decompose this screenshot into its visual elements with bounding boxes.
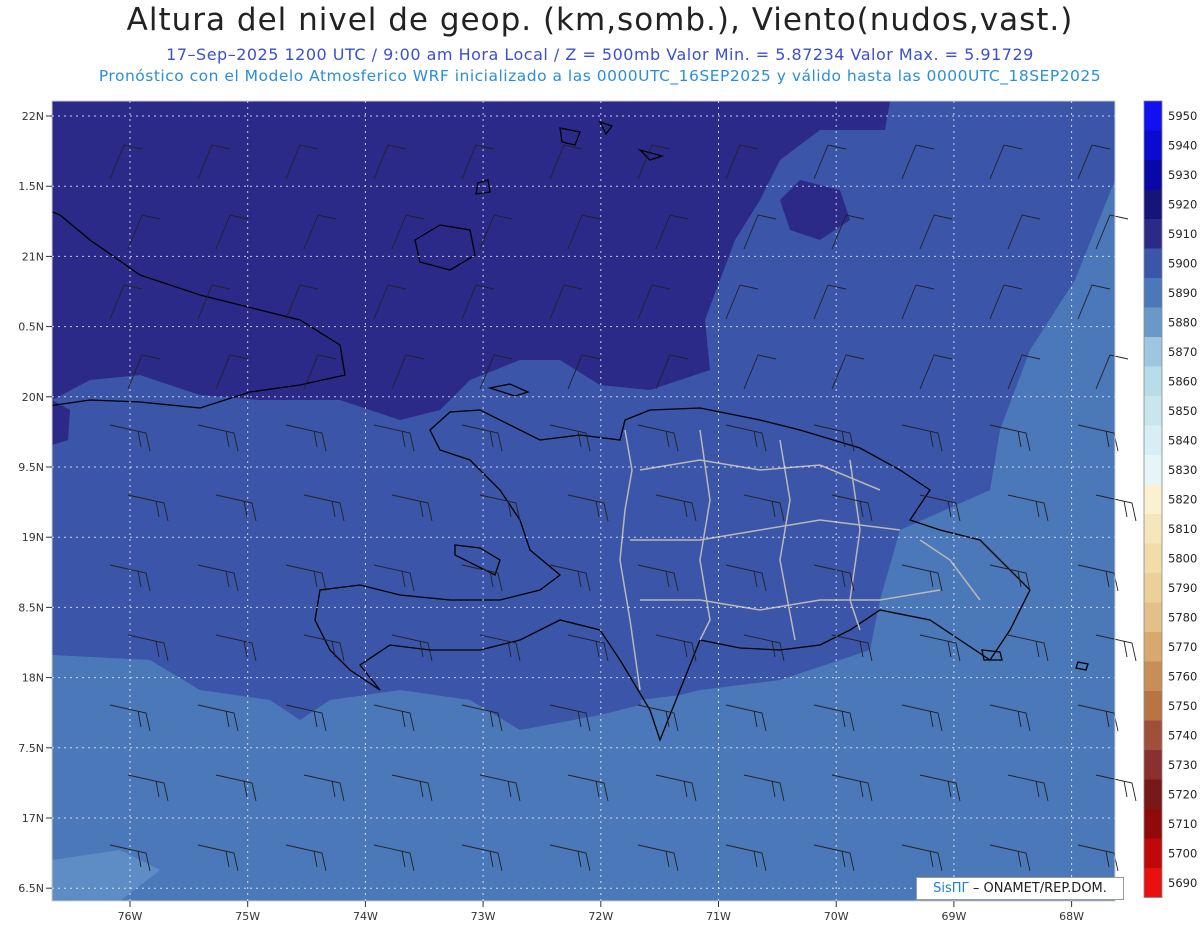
- colorbar-label: 5880: [1168, 316, 1197, 330]
- colorbar-label: 5840: [1168, 434, 1197, 448]
- colorbar-label: 5930: [1168, 168, 1197, 182]
- colorbar-label: 5940: [1168, 139, 1197, 153]
- colorbar-label: 5920: [1168, 198, 1197, 212]
- colorbar-swatch: [1144, 543, 1162, 573]
- colorbar-swatch: [1144, 396, 1162, 426]
- colorbar-swatch: [1144, 838, 1162, 868]
- colorbar-label: 5750: [1168, 699, 1197, 713]
- lon-label: 69W: [941, 910, 966, 923]
- lon-label: 70W: [824, 910, 849, 923]
- colorbar-swatch: [1144, 514, 1162, 544]
- colorbar-label: 5740: [1168, 729, 1197, 743]
- colorbar-swatch: [1144, 809, 1162, 839]
- colorbar-swatch: [1144, 101, 1162, 131]
- geopotential-map: 22N 1.5N 21N 0.5N 20N 9.5N 19N 8.5N 18N 7.5N 17N 6.…: [18, 100, 1197, 923]
- colorbar-label: 5830: [1168, 463, 1197, 477]
- colorbar-swatch: [1144, 868, 1162, 898]
- colorbar-swatch: [1144, 366, 1162, 396]
- colorbar-label: 5710: [1168, 817, 1197, 831]
- sispi-logo: SisПΓ: [933, 881, 969, 896]
- lat-label: 18N: [22, 672, 44, 685]
- lat-label: 17N: [22, 812, 44, 825]
- lat-label: 6.5N: [18, 882, 44, 895]
- colorbar-swatch: [1144, 661, 1162, 691]
- colorbar-label: 5690: [1168, 876, 1197, 890]
- lon-label: 73W: [471, 910, 496, 923]
- lon-label: 75W: [235, 910, 260, 923]
- lon-label: 68W: [1059, 910, 1084, 923]
- lat-label: 8.5N: [18, 601, 44, 614]
- colorbar-swatch: [1144, 425, 1162, 455]
- lat-label: 7.5N: [18, 742, 44, 755]
- lon-label: 72W: [588, 910, 613, 923]
- colorbar-swatch: [1144, 573, 1162, 603]
- lat-label: 0.5N: [18, 321, 44, 334]
- lat-label: 1.5N: [18, 180, 44, 193]
- colorbar-swatch: [1144, 484, 1162, 514]
- colorbar-label: 5790: [1168, 581, 1197, 595]
- colorbar-swatch: [1144, 337, 1162, 367]
- colorbar-swatch: [1144, 750, 1162, 780]
- colorbar-label: 5720: [1168, 788, 1197, 802]
- lat-label: 20N: [22, 391, 44, 404]
- colorbar-label: 5700: [1168, 847, 1197, 861]
- colorbar-label: 5890: [1168, 286, 1197, 300]
- colorbar-label: 5820: [1168, 493, 1197, 507]
- colorbar-swatch: [1144, 219, 1162, 249]
- lat-label: 22N: [22, 110, 44, 123]
- credit-text: – ONAMET/REP.DOM.: [968, 881, 1107, 896]
- lat-label: 9.5N: [18, 461, 44, 474]
- colorbar-label: 5870: [1168, 345, 1197, 359]
- colorbar-label: 5800: [1168, 552, 1197, 566]
- colorbar-swatch: [1144, 691, 1162, 721]
- colorbar-label: 5810: [1168, 522, 1197, 536]
- colorbar-label: 5850: [1168, 404, 1197, 418]
- colorbar-label: 5770: [1168, 640, 1197, 654]
- colorbar-swatch: [1144, 779, 1162, 809]
- colorbar-label: 5730: [1168, 758, 1197, 772]
- lat-label: 21N: [22, 250, 44, 263]
- colorbar-swatch: [1144, 602, 1162, 632]
- colorbar-swatch: [1144, 307, 1162, 337]
- colorbar-swatch: [1144, 632, 1162, 662]
- colorbar-swatch: [1144, 455, 1162, 485]
- colorbar-label: 5760: [1168, 670, 1197, 684]
- colorbar-label: 5860: [1168, 375, 1197, 389]
- shaded-field: [52, 101, 1115, 901]
- colorbar-swatch: [1144, 720, 1162, 750]
- lat-label: 19N: [22, 531, 44, 544]
- lon-label: 74W: [353, 910, 378, 923]
- colorbar-swatch: [1144, 189, 1162, 219]
- colorbar-swatch: [1144, 160, 1162, 190]
- colorbar-swatch: [1144, 278, 1162, 308]
- colorbar-swatch: [1144, 248, 1162, 278]
- lon-label: 76W: [118, 910, 143, 923]
- colorbar-label: 5900: [1168, 257, 1197, 271]
- colorbar-swatch: [1144, 130, 1162, 160]
- lon-label: 71W: [706, 910, 731, 923]
- colorbar-label: 5780: [1168, 611, 1197, 625]
- colorbar-label: 5910: [1168, 227, 1197, 241]
- colorbar-label: 5950: [1168, 109, 1197, 123]
- credit-box: SisПΓ – ONAMET/REP.DOM.: [916, 877, 1124, 900]
- colorbar: 5950 5940 5930 5920 5910 5900 5890 5880 5870 5860…: [1143, 100, 1197, 898]
